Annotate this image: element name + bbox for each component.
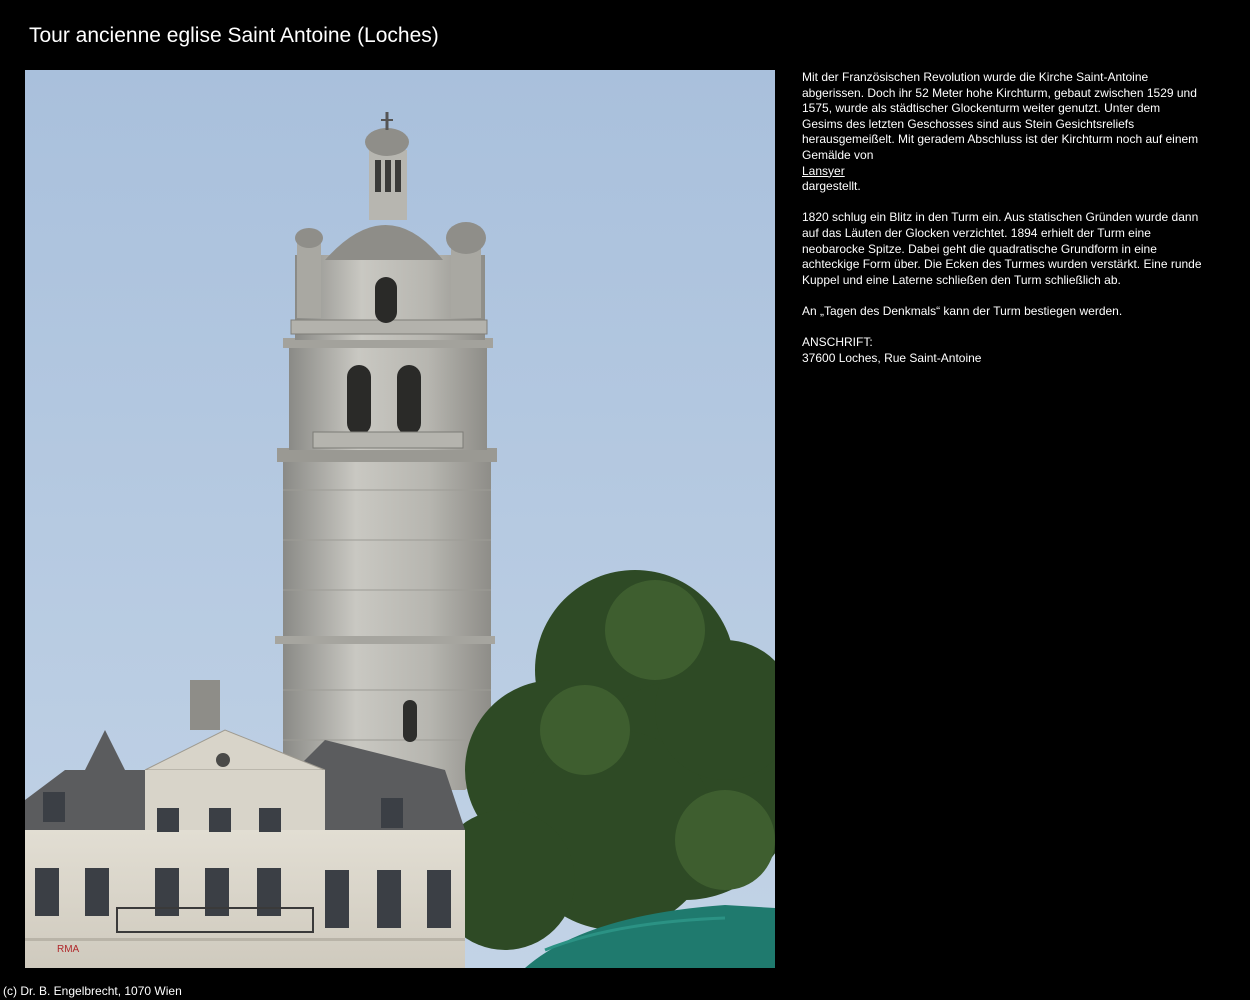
copyright-footer: (c) Dr. B. Engelbrecht, 1070 Wien xyxy=(3,984,182,998)
lansyer-link[interactable]: Lansyer xyxy=(802,164,845,178)
description-paragraph-lightning: 1820 schlug ein Blitz in den Turm ein. A… xyxy=(802,210,1202,287)
description-paragraph-visit: An „Tagen des Denkmals“ kann der Turm be… xyxy=(802,303,1123,318)
tower-photo: RMA xyxy=(25,70,775,968)
description-text: Mit der Französischen Revolution wurde d… xyxy=(802,70,1199,162)
description-panel: Mit der Französischen Revolution wurde d… xyxy=(802,70,1202,382)
address-label: ANSCHRIFT: xyxy=(802,335,873,350)
bank-sign: RMA xyxy=(57,944,80,955)
description-text: dargestellt. xyxy=(802,179,861,194)
description-paragraph-history: Mit der Französischen Revolution wurde d… xyxy=(802,70,1202,195)
page-title: Tour ancienne eglise Saint Antoine (Loch… xyxy=(29,24,439,47)
address-value: 37600 Loches, Rue Saint-Antoine xyxy=(802,350,982,365)
address-block: ANSCHRIFT: 37600 Loches, Rue Saint-Antoi… xyxy=(802,335,1202,366)
